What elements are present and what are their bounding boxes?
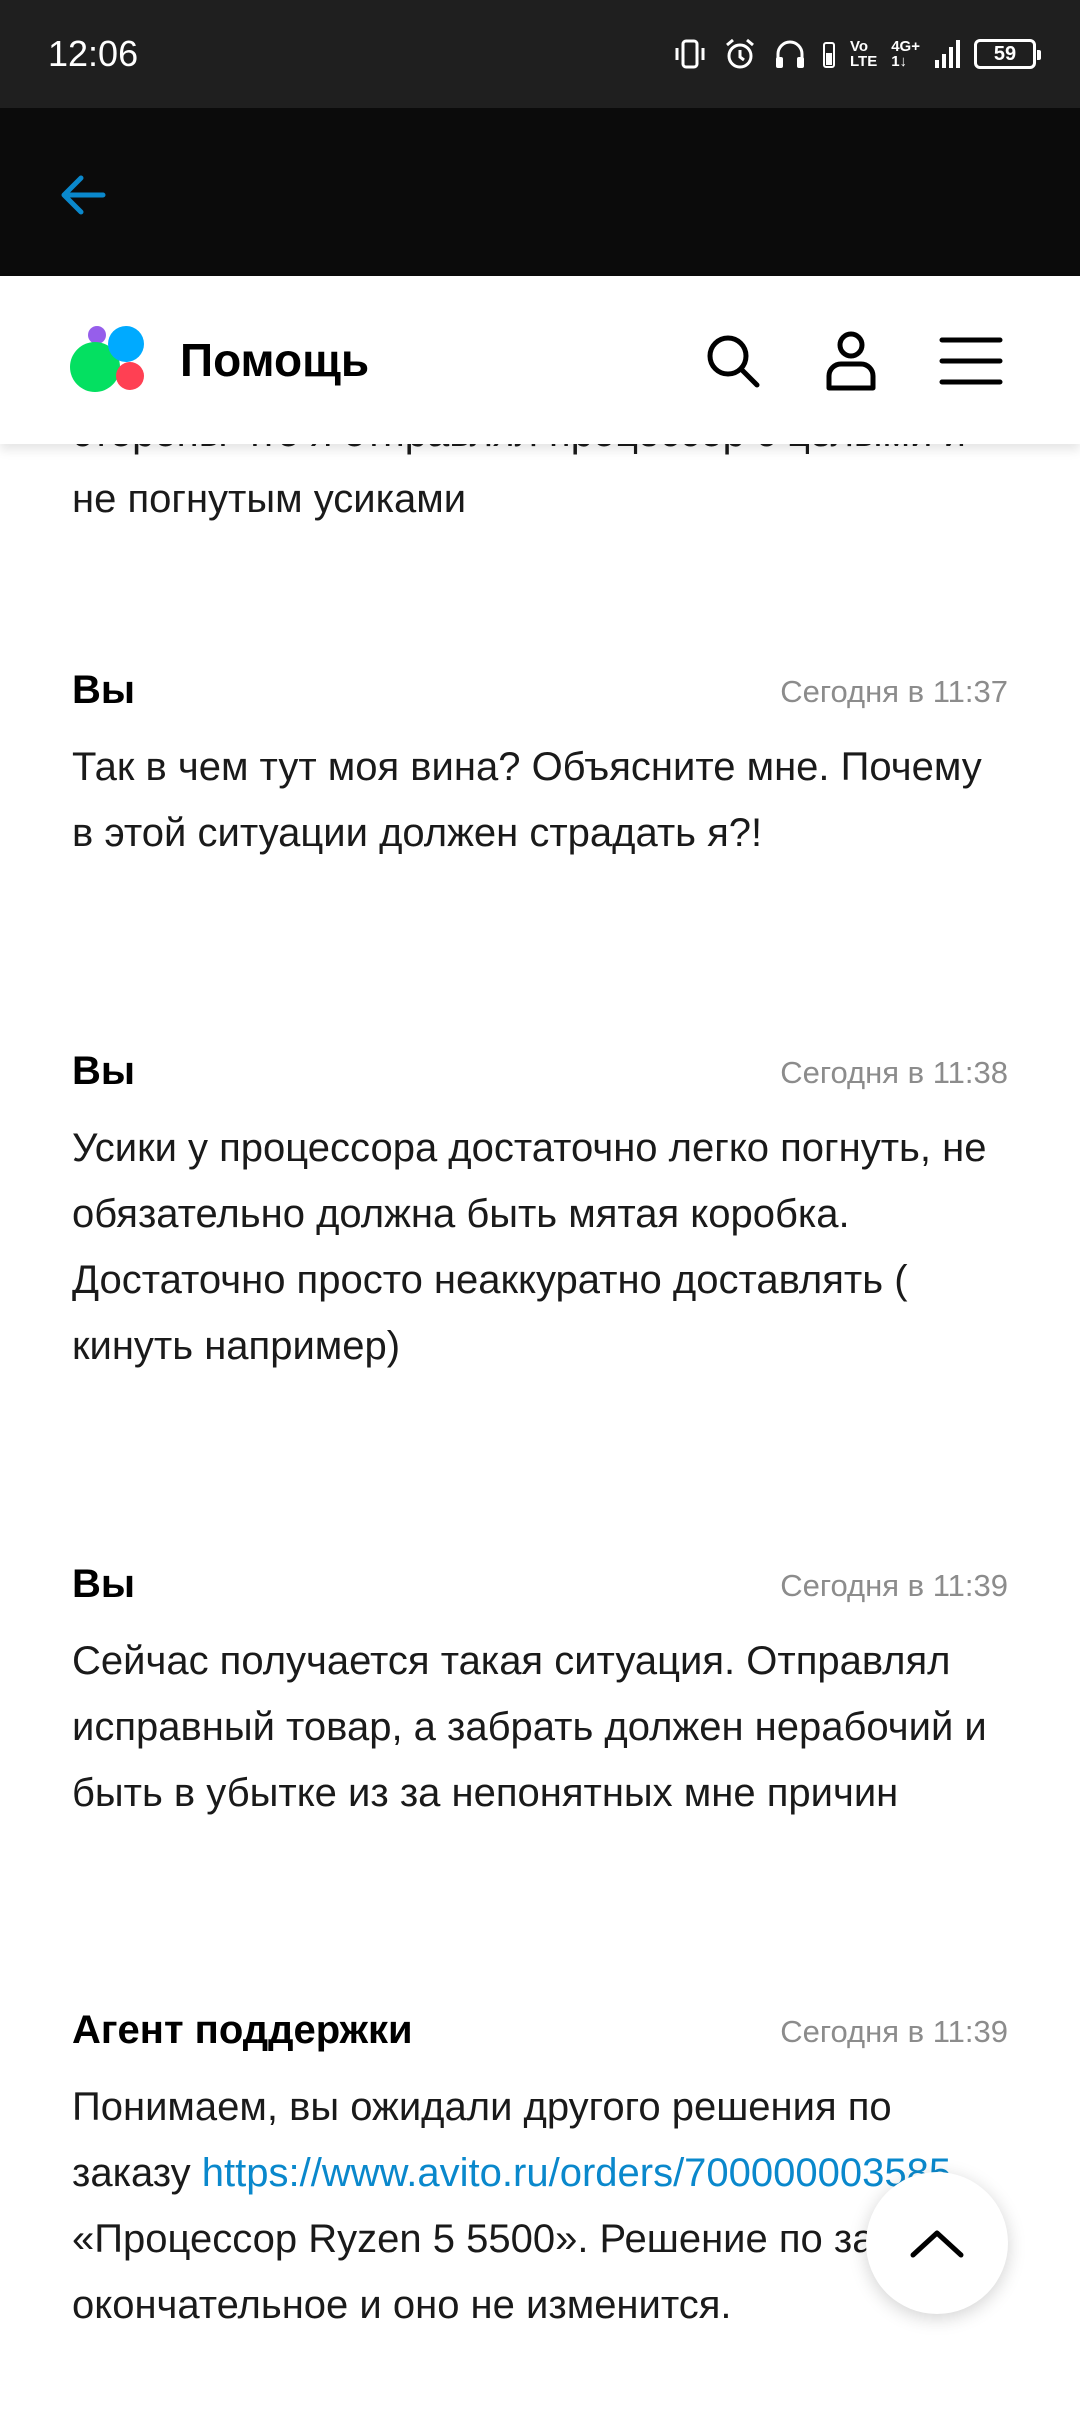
network-top-label: 4G+ [891, 38, 920, 55]
message-time: Сегодня в 11:39 [780, 1568, 1008, 1603]
chat-message: Агент поддержки Сегодня в 11:39 Понимаем… [72, 2002, 1008, 2338]
message-author: Агент поддержки [72, 2008, 413, 2052]
volte-top-label: Vo [850, 38, 869, 55]
message-text: Сейчас получается такая ситуация. Отправ… [72, 1639, 987, 1815]
logo-dot-red [116, 362, 144, 390]
message-author: Вы [72, 668, 136, 712]
app-bar [0, 108, 1080, 276]
volte-indicator: Vo LTE [850, 39, 877, 69]
network-bottom-label: 1↓ [891, 53, 908, 70]
scroll-to-top-button[interactable] [866, 2172, 1008, 2314]
search-icon [707, 335, 760, 388]
logo-dot-blue [108, 326, 144, 362]
message-text: Так в чем тут моя вина? Объясните мне. П… [72, 745, 982, 855]
menu-button[interactable] [936, 326, 1006, 396]
avito-logo[interactable] [70, 326, 146, 396]
status-icons: Vo LTE 4G+ 1↓ 59 [672, 28, 1041, 80]
battery-level: 59 [993, 42, 1017, 65]
menu-icon [939, 337, 1003, 385]
message-time: Сегодня в 11:39 [780, 2014, 1008, 2049]
network-type: 4G+ 1↓ [891, 39, 920, 69]
chat-thread[interactable]: стороны что я отправлял процессор с целы… [0, 444, 1080, 2436]
search-button[interactable] [698, 326, 768, 396]
status-bar: 12:06 Vo LTE 4G+ 1↓ 59 [0, 0, 1080, 108]
arrow-left-icon [61, 175, 106, 215]
page-title: Помощь [180, 334, 370, 386]
order-link[interactable]: https://www.avito.ru/orders/700000003585 [202, 2151, 951, 2195]
volte-bottom-label: LTE [850, 53, 878, 70]
message-author: Вы [72, 1562, 136, 1606]
status-time: 12:06 [48, 33, 139, 74]
profile-button[interactable] [816, 326, 886, 396]
alarm-icon [726, 38, 754, 69]
chat-message: Вы Сегодня в 11:38 Усики у процессора до… [72, 1043, 1008, 1379]
chat-message: Вы Сегодня в 11:39 Сейчас получается так… [72, 1556, 1008, 1826]
message-header: Вы Сегодня в 11:37 [72, 662, 1008, 718]
message-time: Сегодня в 11:38 [780, 1055, 1008, 1090]
chevron-up-icon [910, 2230, 964, 2258]
message-author: Вы [72, 1049, 136, 1093]
signal-icon [935, 40, 960, 68]
help-header: Помощь [0, 276, 1080, 444]
message-time: Сегодня в 11:37 [780, 674, 1008, 709]
previous-message-text: стороны что я отправлял процессор с целы… [72, 444, 966, 521]
message-text: Понимаем, вы ожидали другого решения по … [72, 2074, 1008, 2338]
back-button[interactable] [48, 160, 118, 230]
chat-message: Вы Сегодня в 11:37 Так в чем тут моя вин… [72, 662, 1008, 866]
battery-icon: 59 [974, 39, 1041, 69]
message-text: Усики у процессора достаточно легко погн… [72, 1126, 987, 1368]
headphones-icon [776, 40, 804, 68]
vibrate-icon [675, 39, 705, 69]
user-icon [826, 331, 876, 391]
message-header: Вы Сегодня в 11:38 [72, 1043, 1008, 1099]
message-header: Вы Сегодня в 11:39 [72, 1556, 1008, 1612]
message-header: Агент поддержки Сегодня в 11:39 [72, 2002, 1008, 2058]
message-text-part: «Процессор Ryzen 5 5500». Решение по зая… [72, 2217, 958, 2327]
headset-battery-icon [823, 42, 835, 68]
